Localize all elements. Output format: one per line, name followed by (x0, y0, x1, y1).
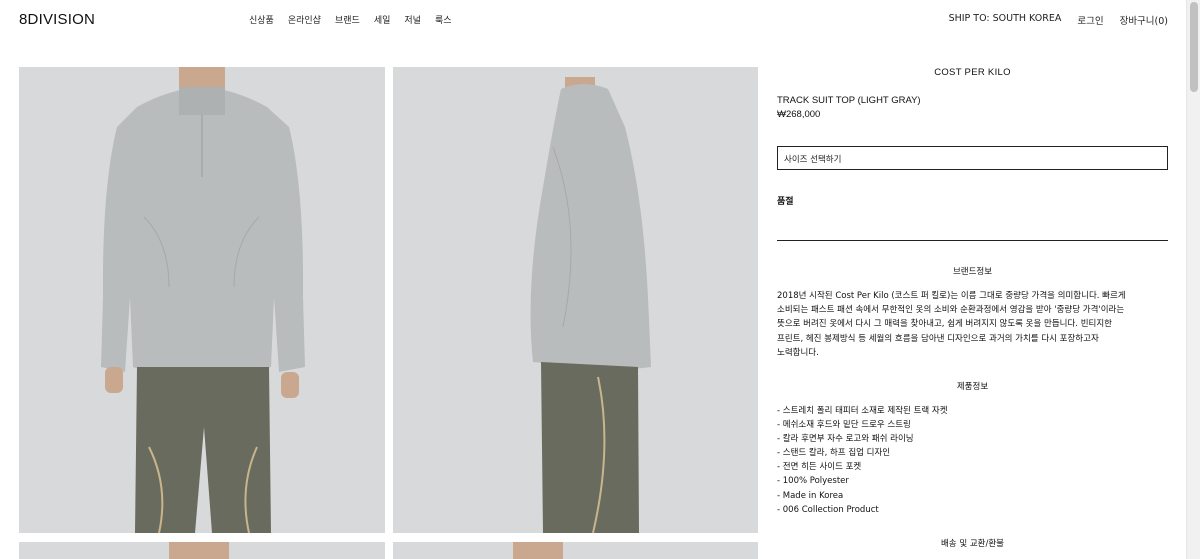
login-link[interactable]: 로그인 (1077, 13, 1103, 27)
product-image-detail-2[interactable] (393, 542, 758, 559)
nav-item-sale[interactable]: 세일 (374, 13, 391, 26)
list-item: - Made in Korea (777, 490, 844, 501)
detail-image-illustration (19, 542, 385, 559)
cart-link[interactable]: 장바구니(0) (1120, 13, 1168, 27)
main-nav: 신상품 온라인샵 브랜드 세일 저널 룩스 (249, 13, 452, 26)
ship-to-link[interactable]: SHIP TO: SOUTH KOREA (949, 13, 1062, 27)
brand-info-title[interactable]: 브랜드정보 (777, 265, 1168, 277)
brand-info-line: 프린트, 헤진 봉제방식 등 세월의 흐름을 담아낸 디자인으로 과거의 가치를… (777, 333, 1099, 344)
site-logo[interactable]: 8DIVISION (19, 11, 95, 28)
sold-out-label: 품절 (777, 197, 794, 207)
nav-item-online-shop[interactable]: 온라인샵 (288, 13, 321, 26)
detail-image-illustration (393, 542, 758, 559)
list-item: - 스트레치 폴리 태피터 소재로 제작된 트랙 자켓 (777, 406, 948, 416)
nav-item-looks[interactable]: 룩스 (435, 13, 452, 26)
site-header: 8DIVISION 신상품 온라인샵 브랜드 세일 저널 룩스 SHIP TO:… (0, 0, 1186, 40)
nav-item-journal[interactable]: 저널 (404, 13, 421, 26)
product-image-detail-1[interactable] (19, 542, 385, 559)
product-brand[interactable]: COST PER KILO (777, 67, 1168, 78)
brand-info-line: 뜻으로 버려진 옷에서 다시 그 매력을 찾아내고, 쉽게 버려지지 않도록 옷… (777, 319, 1112, 330)
size-select[interactable]: 사이즈 선택하기 (777, 146, 1168, 170)
nav-item-new[interactable]: 신상품 (249, 13, 274, 26)
list-item: - 칼라 후면부 자수 로고와 패쉬 라이닝 (777, 434, 914, 445)
brand-info-text: 2018년 시작된 Cost Per Kilo (코스트 퍼 킬로)는 이름 그… (777, 289, 1168, 360)
list-item: - 006 Collection Product (777, 504, 879, 515)
brand-info-line: 노력합니다. (777, 347, 819, 358)
side-view-illustration (393, 67, 758, 533)
product-name: TRACK SUIT TOP (LIGHT GRAY) (777, 95, 921, 106)
product-image-side[interactable] (393, 67, 758, 533)
brand-info-line: 소비되는 패스트 패션 속에서 무한적인 옷의 소비와 순환과정에서 영감을 받… (777, 305, 1125, 316)
divider (777, 240, 1168, 241)
utility-nav: SHIP TO: SOUTH KOREA 로그인 장바구니(0) (949, 13, 1168, 27)
list-item: - 100% Polyester (777, 476, 849, 487)
nav-item-brand[interactable]: 브랜드 (335, 13, 360, 26)
page-scrollbar[interactable] (1186, 0, 1200, 559)
scrollbar-thumb[interactable] (1190, 2, 1198, 92)
product-price: ₩268,000 (777, 109, 821, 120)
product-info-title[interactable]: 제품정보 (777, 380, 1168, 392)
list-item: - 메쉬소재 후드와 밑단 드로우 스트링 (777, 420, 911, 431)
front-view-illustration (19, 67, 385, 533)
shipping-title[interactable]: 배송 및 교환/환불 (777, 537, 1168, 549)
product-info-list: - 스트레치 폴리 태피터 소재로 제작된 트랙 자켓 - 메쉬소재 후드와 밑… (777, 404, 1168, 517)
brand-info-line: 2018년 시작된 Cost Per Kilo (코스트 퍼 킬로)는 이름 그… (777, 291, 1126, 301)
list-item: - 전면 히든 사이드 포켓 (777, 462, 862, 473)
list-item: - 스탠드 칼라, 하프 집업 디자인 (777, 448, 891, 459)
product-image-front[interactable] (19, 67, 385, 533)
